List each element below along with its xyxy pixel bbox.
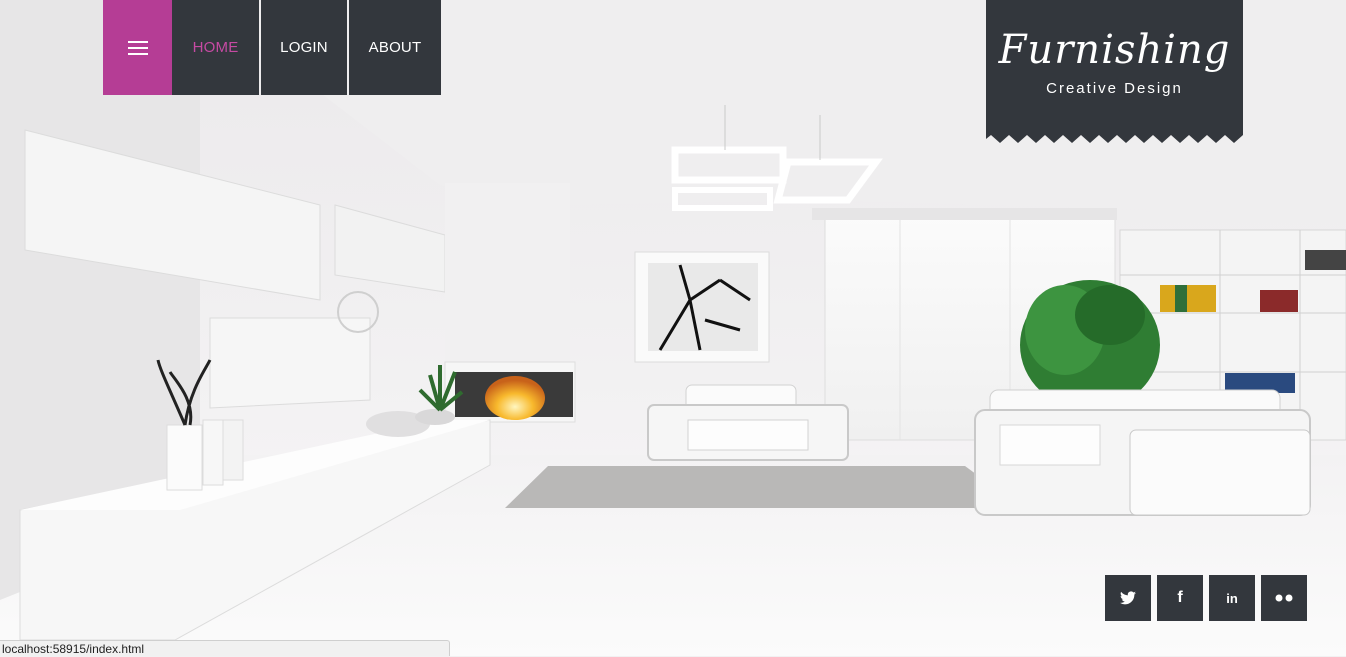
facebook-button[interactable]: f [1157,575,1203,621]
flickr-button[interactable] [1261,575,1307,621]
nav-item-home[interactable]: HOME [172,0,259,95]
menu-button[interactable] [103,0,172,95]
nav-item-login[interactable]: LOGIN [261,0,347,95]
site-logo[interactable]: Furnishing Creative Design [986,0,1243,130]
browser-status-bar: localhost:58915/index.html [0,640,450,656]
twitter-icon [1120,591,1136,605]
linkedin-icon: in [1226,590,1238,606]
logo-tagline: Creative Design [1046,80,1183,97]
logo-title: Furnishing [998,27,1231,73]
logo-zigzag-edge [986,129,1243,143]
linkedin-button[interactable]: in [1209,575,1255,621]
social-links: f in [1105,575,1307,621]
nav-item-about[interactable]: ABOUT [349,0,441,95]
top-nav: HOME LOGIN ABOUT [103,0,441,95]
flickr-icon [1275,594,1293,602]
twitter-button[interactable] [1105,575,1151,621]
facebook-icon: f [1177,589,1183,606]
hamburger-icon [127,37,148,59]
